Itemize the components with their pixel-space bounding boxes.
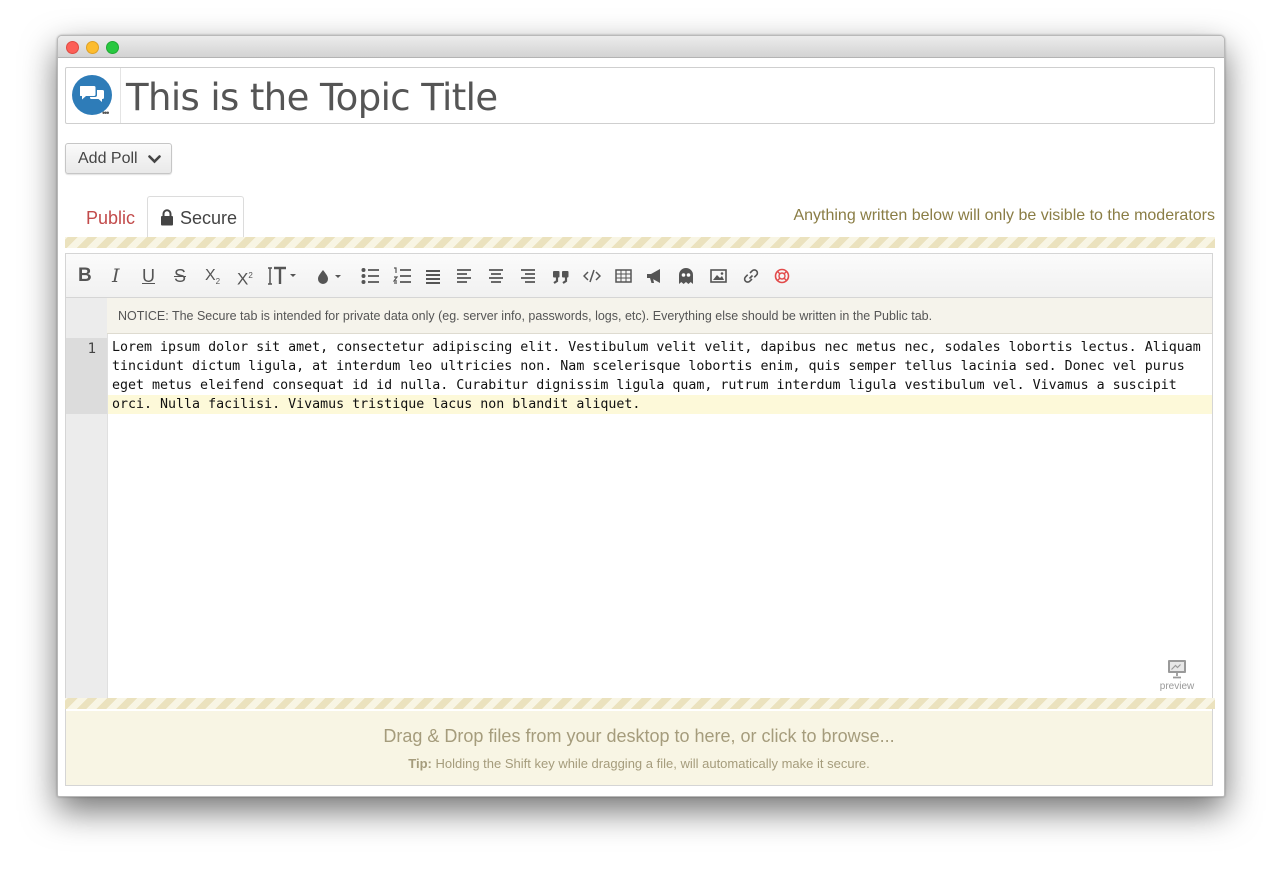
- bullet-list-icon: [361, 268, 379, 284]
- text-color-button[interactable]: [316, 266, 346, 288]
- editor-line: eget metus eleifend consequat id id null…: [112, 378, 1177, 393]
- line-number: 1: [87, 341, 96, 357]
- drop-zone-message: Drag & Drop files from your desktop to h…: [383, 726, 895, 746]
- editor-line-active: orci. Nulla facilisi. Vivamus tristique …: [108, 395, 1212, 414]
- code-button[interactable]: [583, 266, 601, 288]
- close-window-button[interactable]: [66, 41, 79, 54]
- spoiler-button[interactable]: [678, 266, 694, 288]
- align-left-icon: [457, 269, 471, 283]
- secure-stripe-bottom: [65, 698, 1215, 709]
- megaphone-icon: [647, 269, 660, 283]
- text-height-icon: [268, 266, 296, 285]
- align-right-icon: [521, 269, 535, 283]
- preview-button[interactable]: preview: [1157, 659, 1197, 695]
- italic-button[interactable]: I: [112, 266, 120, 288]
- editor-line: tincidunt dictum ligula, at interdum leo…: [112, 359, 1185, 374]
- subscript-button[interactable]: X2: [205, 266, 220, 288]
- category-avatar[interactable]: •••: [66, 68, 121, 123]
- add-poll-label: Add Poll: [78, 150, 138, 167]
- tip-text: Holding the Shift key while dragging a f…: [431, 756, 870, 771]
- text-height-button[interactable]: [268, 266, 300, 288]
- page-title[interactable]: This is the Topic Title: [126, 76, 498, 119]
- chevron-down-icon: [148, 155, 161, 164]
- link-icon: [743, 269, 759, 283]
- preview-label: preview: [1159, 681, 1195, 692]
- numbered-list-icon: [393, 267, 411, 284]
- color-drop-icon: [318, 270, 341, 284]
- image-button[interactable]: [710, 266, 727, 288]
- maximize-window-button[interactable]: [106, 41, 119, 54]
- minimize-window-button[interactable]: [86, 41, 99, 54]
- title-bar: [58, 36, 1224, 58]
- align-center-icon: [489, 269, 503, 283]
- editor-text-area[interactable]: Lorem ipsum dolor sit amet, consectetur …: [108, 338, 1212, 414]
- numbered-list-button[interactable]: [393, 266, 411, 288]
- table-button[interactable]: [615, 266, 632, 288]
- secure-notice: NOTICE: The Secure tab is intended for p…: [107, 298, 1212, 334]
- monitor-icon: [1168, 660, 1186, 679]
- app-window: ••• This is the Topic Title Add Poll Pub…: [57, 35, 1225, 797]
- superscript-button[interactable]: X2: [237, 266, 253, 289]
- announce-button[interactable]: [646, 266, 664, 288]
- secure-stripe-top: [65, 237, 1215, 248]
- align-justify-icon: [426, 270, 440, 284]
- topic-title-field[interactable]: ••• This is the Topic Title: [65, 67, 1215, 124]
- add-poll-button[interactable]: Add Poll: [65, 143, 172, 174]
- help-button[interactable]: [774, 266, 790, 288]
- tab-public[interactable]: Public: [86, 208, 135, 229]
- editor-line: Lorem ipsum dolor sit amet, consectetur …: [112, 340, 1201, 355]
- strikethrough-button[interactable]: S: [174, 266, 186, 288]
- code-icon: [583, 269, 601, 283]
- align-right-button[interactable]: [520, 266, 536, 288]
- tab-secure[interactable]: Secure: [147, 196, 244, 239]
- avatar-more-dots: •••: [102, 108, 110, 118]
- justify-button[interactable]: [425, 266, 441, 288]
- underline-button[interactable]: U: [142, 266, 155, 288]
- chat-bubbles-icon: [80, 86, 104, 102]
- lifebuoy-icon: [774, 268, 790, 284]
- editor-toolbar: B I U S X2 X2: [66, 254, 1212, 298]
- bullet-list-button[interactable]: [361, 266, 379, 288]
- quote-button[interactable]: [552, 266, 570, 288]
- drop-zone-tip: Tip: Holding the Shift key while draggin…: [66, 756, 1212, 771]
- moderator-visibility-note: Anything written below will only be visi…: [793, 207, 1215, 224]
- image-icon: [710, 269, 727, 283]
- align-left-button[interactable]: [456, 266, 472, 288]
- quote-icon: [553, 271, 569, 284]
- lock-icon: [161, 209, 173, 226]
- align-center-button[interactable]: [488, 266, 504, 288]
- file-drop-zone[interactable]: Drag & Drop files from your desktop to h…: [66, 711, 1212, 785]
- bold-button[interactable]: B: [78, 266, 92, 288]
- line-number-gutter: 1: [66, 298, 108, 700]
- table-icon: [615, 269, 632, 283]
- tab-secure-label: Secure: [180, 208, 238, 228]
- tip-label: Tip:: [408, 756, 432, 771]
- ghost-icon: [679, 268, 693, 284]
- link-button[interactable]: [742, 266, 760, 288]
